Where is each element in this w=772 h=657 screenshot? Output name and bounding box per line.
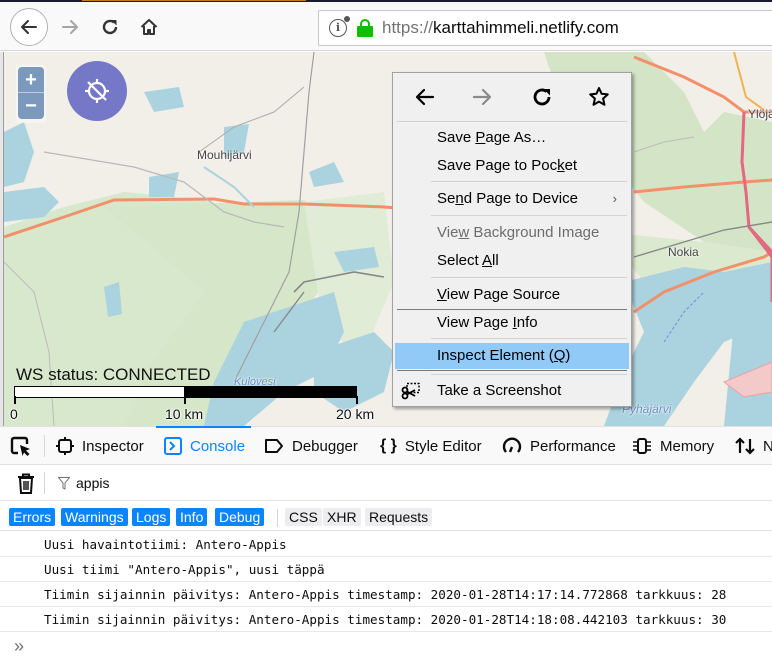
tab-memory[interactable]: Memory	[632, 427, 714, 465]
scale-bar	[14, 386, 359, 404]
menu-separator	[431, 215, 627, 216]
console-log-row[interactable]: Tiimin sijainnin päivitys: Antero-Appis …	[0, 582, 772, 607]
tab-network[interactable]: N	[735, 427, 772, 465]
console-filter-input[interactable]	[76, 471, 676, 495]
url-text[interactable]: https://karttahimmeli.netlify.com	[382, 18, 619, 38]
filter-css-button[interactable]: CSS	[285, 508, 322, 526]
ws-status-text: WS status: CONNECTED	[16, 365, 211, 384]
location-disabled-icon	[85, 79, 109, 103]
filter-requests-button[interactable]: Requests	[365, 508, 433, 526]
clear-console-trash-icon[interactable]	[16, 473, 36, 495]
tab-style-editor[interactable]: { } Style Editor	[380, 427, 482, 465]
console-log-row[interactable]: Uusi tiimi "Antero-Appis", uusi täppä	[0, 557, 772, 582]
menu-separator	[431, 277, 627, 278]
screenshot-scissors-icon	[401, 382, 420, 400]
inspector-icon	[56, 437, 74, 455]
console-log-row[interactable]: Uusi havaintotiimi: Antero-Appis	[0, 532, 772, 557]
zoom-out-button[interactable]: −	[18, 93, 44, 119]
bookmark-star-icon[interactable]	[587, 85, 611, 109]
menu-item-save-page-as[interactable]: Save Page As…	[395, 125, 629, 151]
back-button[interactable]	[10, 8, 48, 46]
reload-button[interactable]	[92, 9, 128, 45]
menu-separator	[431, 338, 627, 339]
network-icon	[735, 437, 755, 455]
debugger-icon	[264, 438, 284, 454]
menu-item-view-background-image: View Background Image	[437, 224, 600, 241]
memory-icon	[632, 437, 652, 455]
submenu-arrow-icon: ›	[612, 191, 617, 206]
filter-logs-button[interactable]: Logs	[132, 508, 171, 526]
map-label-mouhijarvi: Mouhijärvi	[197, 148, 252, 162]
tab-console[interactable]: Console	[155, 426, 252, 465]
filter-info-button[interactable]: Info	[176, 508, 208, 526]
menu-item-take-screenshot[interactable]: Take a Screenshot	[395, 378, 629, 404]
menu-item-send-to-device[interactable]: Send Page to Device ›	[395, 186, 629, 212]
menu-separator	[397, 370, 627, 371]
url-host: karttahimmeli.netlify.com	[433, 18, 619, 37]
map-label-nokia: Nokia	[668, 245, 699, 259]
console-icon	[164, 437, 182, 455]
filter-errors-button[interactable]: Errors	[9, 508, 56, 526]
forward-icon[interactable]	[470, 85, 494, 109]
browser-window: i https://karttahimmeli.netlify.com + − …	[0, 0, 772, 657]
console-input-prompt[interactable]: »	[14, 636, 24, 657]
forward-arrow-icon	[62, 20, 78, 34]
secure-lock-icon[interactable]	[357, 19, 373, 37]
console-filter-bar	[0, 465, 772, 501]
scale-label-mid: 10 km	[165, 406, 204, 422]
back-arrow-icon	[21, 20, 37, 34]
menu-item-view-page-source[interactable]: View Page Source	[395, 282, 629, 308]
filter-debug-button[interactable]: Debug	[215, 508, 265, 526]
menu-separator	[397, 121, 627, 122]
forward-button[interactable]	[52, 9, 88, 45]
devtools-panel: Inspector Console Debugger { } Style Edi…	[0, 426, 772, 657]
tab-inspector[interactable]: Inspector	[56, 427, 144, 465]
tab-performance[interactable]: Performance	[502, 427, 616, 465]
active-tab-accent	[82, 0, 306, 1]
toolbar-divider	[44, 435, 45, 457]
map-label-ylojarvi: Ylöjä	[748, 107, 772, 121]
scale-label-end: 20 km	[336, 406, 375, 422]
navigation-toolbar: i https://karttahimmeli.netlify.com	[0, 2, 772, 51]
filter-xhr-button[interactable]: XHR	[323, 508, 361, 526]
map-view[interactable]: + − Mouhijärvi Nokia Ylöjä Kulovesi Pyhä…	[4, 52, 772, 426]
url-scheme: https://	[382, 18, 434, 37]
filter-funnel-icon	[58, 477, 70, 490]
home-button[interactable]	[131, 9, 167, 45]
style-editor-icon: { }	[380, 437, 397, 454]
locate-button[interactable]	[67, 61, 127, 121]
scale-label-zero: 0	[10, 406, 18, 422]
menu-item-view-page-info[interactable]: View Page Info	[395, 310, 629, 336]
menu-item-save-to-pocket[interactable]: Save Page to Pocket	[395, 153, 629, 179]
element-picker-icon[interactable]	[10, 436, 32, 458]
context-menu: Save Page As… Save Page to Pocket Send P…	[392, 72, 632, 407]
console-log-row[interactable]: Tiimin sijainnin päivitys: Antero-Appis …	[0, 607, 772, 632]
tab-debugger[interactable]: Debugger	[264, 427, 358, 465]
context-menu-nav	[393, 73, 631, 121]
zoom-control: + −	[16, 65, 46, 123]
devtools-tabbar: Inspector Console Debugger { } Style Edi…	[0, 426, 772, 465]
menu-item-inspect-element[interactable]: Inspect Element (Q)	[395, 343, 629, 369]
performance-icon	[502, 437, 522, 455]
home-icon	[140, 19, 158, 35]
menu-separator	[431, 374, 627, 375]
menu-separator	[431, 181, 627, 182]
toolbar-divider	[44, 472, 45, 494]
zoom-in-button[interactable]: +	[18, 67, 44, 93]
reload-icon	[102, 19, 118, 35]
page-info-icon[interactable]: i	[329, 16, 350, 37]
console-level-filters: Errors Warnings Logs Info Debug CSS XHR …	[0, 501, 772, 531]
reload-icon[interactable]	[530, 85, 554, 109]
url-bar[interactable]: i https://karttahimmeli.netlify.com	[318, 10, 772, 46]
toolbar-divider	[277, 509, 278, 527]
filter-warnings-button[interactable]: Warnings	[61, 508, 128, 526]
menu-item-select-all[interactable]: Select All	[395, 248, 629, 274]
back-icon[interactable]	[413, 85, 437, 109]
